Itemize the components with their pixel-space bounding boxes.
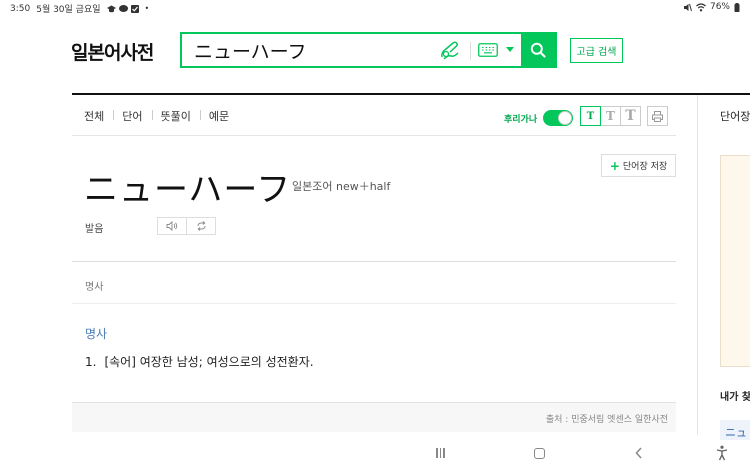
check-box-icon [130,4,139,13]
keyboard-icon[interactable] [478,43,498,57]
status-right: 76% [683,2,740,12]
meaning-text: [속어] 여장한 남성; 여성으로의 성전환자. [104,355,314,369]
battery-icon [734,2,740,12]
wifi-icon [696,2,706,11]
status-notification-icons [106,4,139,13]
right-column-divider [697,95,698,435]
logo[interactable]: 일본어사전 [71,38,154,65]
home-button[interactable] [534,448,545,459]
status-left: 3:50 5월 30일 금요일 • [10,2,150,16]
chat-bubble-icon [118,4,128,12]
search-icon [530,42,546,58]
tab-all[interactable]: 전체 [84,108,113,124]
recent-apps-button[interactable] [436,448,445,458]
save-to-wordbook-button[interactable]: + 단어장 저장 [601,154,676,177]
status-bar: 3:50 5월 30일 금요일 • 76% [0,0,750,16]
save-to-wordbook-label: 단어장 저장 [622,162,668,172]
plus-icon: + [609,158,620,173]
font-size-small-button[interactable]: T [580,106,601,126]
wordbook-card[interactable] [720,155,750,367]
result-tabs: 전체 단어 뜻풀이 예문 [84,108,238,124]
print-button[interactable] [647,106,668,126]
meaning-item: 1. [속어] 여장한 남성; 여성으로의 성전환자. [85,353,314,370]
play-pronunciation-button[interactable] [158,218,186,234]
battery-percent: 76% [709,2,730,12]
font-size-large-button[interactable]: T [620,106,641,126]
font-size-medium-button[interactable]: T [600,106,621,126]
meaning-number: 1. [85,355,97,369]
entry-origin: 일본조어 new＋half [292,180,391,193]
toggle-knob [558,111,572,125]
tab-example[interactable]: 예문 [199,108,238,124]
status-date: 5월 30일 금요일 [36,5,101,15]
graduation-cap-icon [106,5,116,12]
source-bar: 출처 : 민중서림 엣센스 일한사전 [72,402,676,432]
pronunciation-controls [157,217,216,235]
part-of-speech: 명사 [85,327,108,341]
print-icon [652,110,663,122]
entry-headword: ニューハーフ [84,170,292,210]
search-divider [470,42,471,60]
toolbar-rule [72,135,676,136]
keyboard-dropdown-icon[interactable] [506,47,514,52]
part-of-speech-summary: 명사 [85,282,104,293]
advanced-search-button[interactable]: 고급 검색 [570,38,623,63]
summary-rule [72,303,676,304]
search-box [180,32,557,68]
recent-search-item[interactable]: ニュ [720,420,750,442]
mute-icon [683,3,692,11]
entry-rule [72,261,676,262]
source-text[interactable]: 출처 : 민중서림 엣센스 일한사전 [546,412,668,425]
back-button[interactable] [634,446,644,460]
handwriting-icon[interactable] [439,40,461,62]
speaker-icon [166,221,178,231]
header-rule [72,93,750,95]
recent-searches-title: 내가 찾 [720,392,750,403]
pronunciation-label: 발음 [85,224,104,235]
recent-apps-icon-bar [439,448,441,458]
search-input[interactable] [194,38,434,62]
tab-word[interactable]: 단어 [113,108,151,124]
accessibility-icon[interactable] [716,445,728,461]
recent-apps-icon-bar [436,448,438,458]
font-size-buttons: T T T [580,106,668,126]
status-time: 3:50 [10,3,31,14]
search-button[interactable] [521,34,555,66]
repeat-icon [197,221,205,231]
repeat-pronunciation-button[interactable] [186,218,215,234]
wordbook-title[interactable]: 단어장 [720,108,750,124]
furigana-toggle[interactable] [543,110,573,126]
system-nav-bar [0,440,750,469]
furigana-label: 후리가나 [504,115,538,125]
tab-meaning[interactable]: 뜻풀이 [151,108,200,124]
status-extra: • [144,4,150,13]
recent-apps-icon-bar [443,448,445,458]
